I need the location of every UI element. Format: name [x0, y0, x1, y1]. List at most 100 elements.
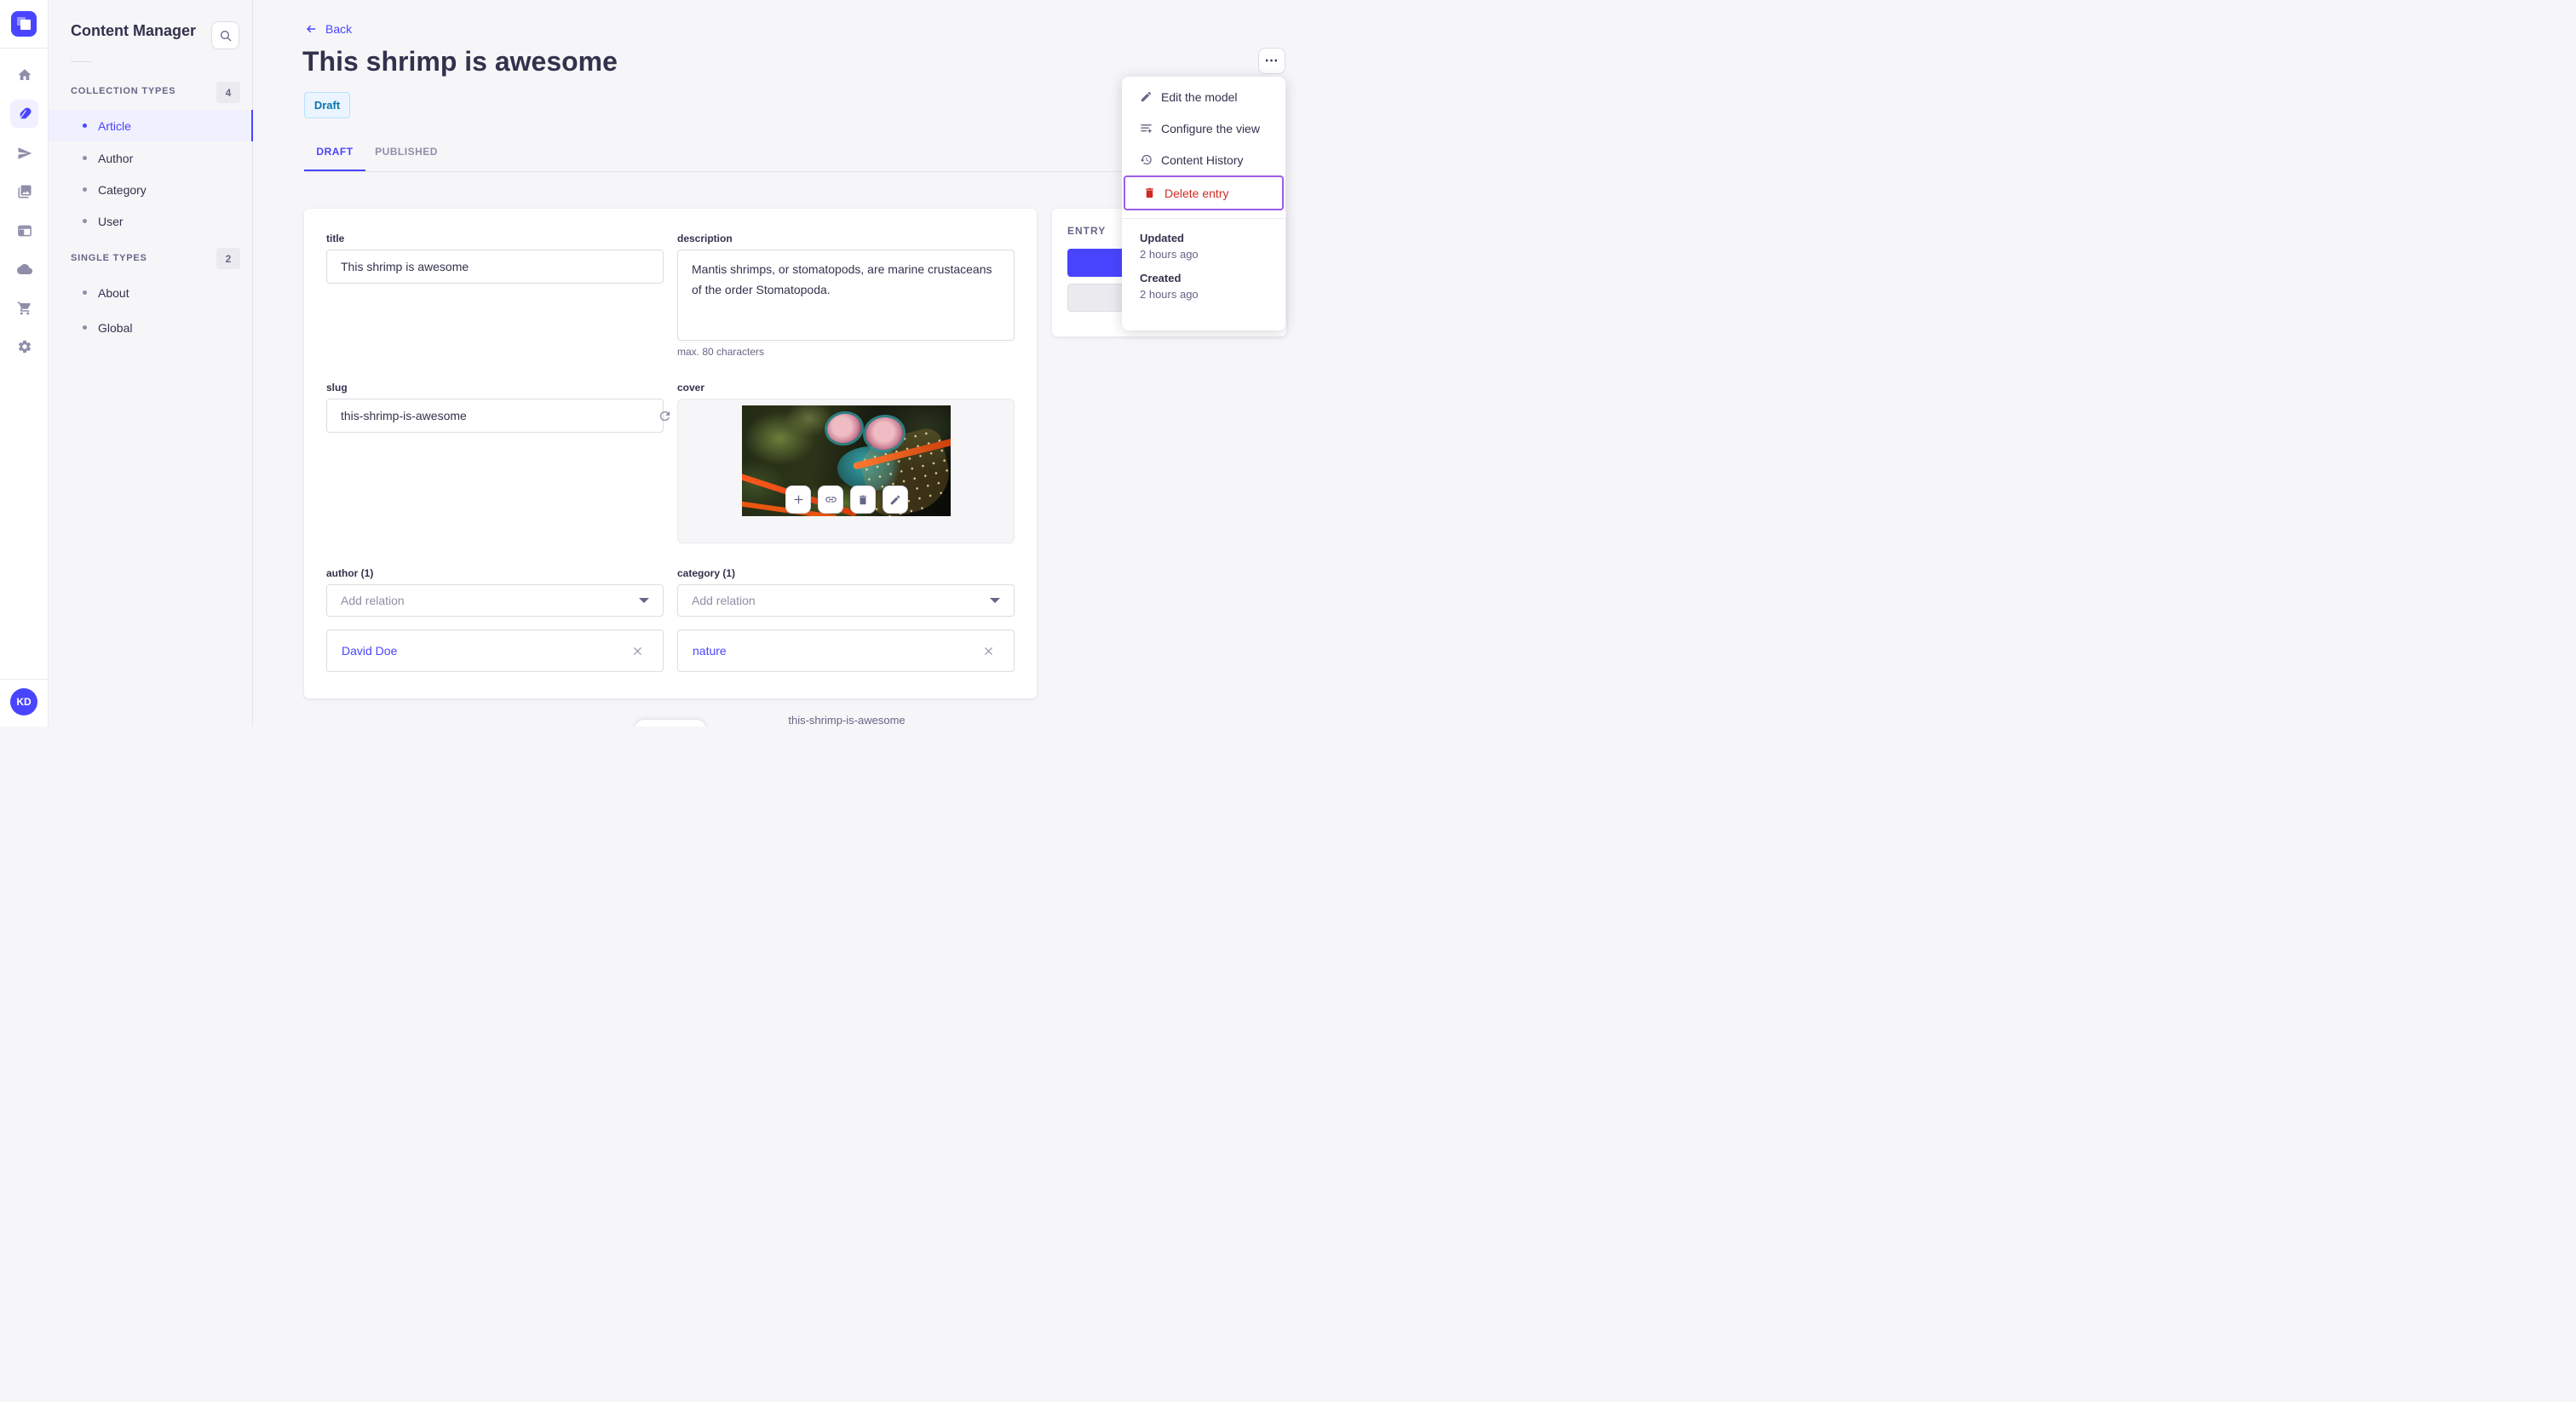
cover-asset-caption: this-shrimp-is-awesome: [788, 714, 906, 727]
bullet-icon: [83, 325, 87, 330]
sidebar-item-label: Article: [98, 118, 131, 133]
back-link[interactable]: Back: [304, 22, 352, 36]
pencil-icon: [1140, 90, 1153, 103]
author-relation-combobox[interactable]: Add relation: [326, 584, 664, 617]
category-relation-combobox[interactable]: Add relation: [677, 584, 1015, 617]
description-textarea[interactable]: Mantis shrimps, or stomatopods, are mari…: [677, 250, 1015, 341]
menu-item-edit-the-model[interactable]: Edit the model: [1122, 81, 1285, 112]
history-icon: [1140, 153, 1153, 166]
feather-icon: [19, 106, 31, 119]
nav-home[interactable]: [10, 60, 38, 89]
sidebar-item-about[interactable]: About: [49, 277, 253, 308]
list-settings-icon: [1140, 122, 1153, 135]
status-badge: Draft: [304, 92, 350, 118]
bullet-icon: [83, 156, 87, 160]
media-gallery-icon: [18, 185, 31, 198]
cover-actions-toolbar: [785, 486, 908, 514]
regenerate-slug-button[interactable]: [657, 408, 672, 423]
sidebar-item-user[interactable]: User: [49, 205, 253, 237]
shopping-cart-icon: [17, 302, 31, 314]
floating-bottom-pill[interactable]: [635, 720, 706, 727]
pencil-icon: [890, 495, 900, 504]
main-nav-rail: KD: [0, 0, 49, 727]
description-field-label: description: [677, 233, 733, 244]
menu-item-label: Content History: [1161, 152, 1244, 167]
section-collection-types: COLLECTION TYPES: [71, 86, 176, 96]
sidebar-search-button[interactable]: [211, 21, 239, 49]
sidebar-item-label: Author: [98, 151, 134, 165]
updated-value: 2 hours ago: [1140, 248, 1199, 261]
cloud-icon: [16, 263, 32, 274]
sidebar-item-author[interactable]: Author: [49, 142, 253, 174]
strapi-logo-icon[interactable]: [11, 11, 37, 37]
chevron-down-icon: [639, 598, 649, 603]
more-actions-button[interactable]: ⋯: [1258, 48, 1285, 74]
remove-author-relation-button[interactable]: [631, 645, 644, 658]
search-icon: [220, 30, 231, 41]
ellipsis-icon: ⋯: [1264, 53, 1279, 68]
sidebar-item-category[interactable]: Category: [49, 174, 253, 205]
nav-settings[interactable]: [10, 332, 38, 360]
more-actions-menu: Edit the model Configure the view Conten…: [1122, 77, 1285, 330]
copy-link-button[interactable]: [818, 486, 843, 514]
menu-item-label: Edit the model: [1161, 89, 1238, 104]
author-field-label: author (1): [326, 567, 374, 579]
single-types-count-badge: 2: [216, 248, 240, 269]
collection-types-count-badge: 4: [216, 82, 240, 103]
sidebar-divider: [71, 61, 91, 62]
nav-marketplace[interactable]: [10, 294, 38, 322]
nav-content-type-builder[interactable]: [10, 216, 38, 244]
tab-published[interactable]: PUBLISHED: [365, 146, 447, 158]
updated-label: Updated: [1140, 232, 1184, 244]
category-field-label: category (1): [677, 567, 736, 579]
menu-item-delete-entry[interactable]: Delete entry: [1125, 177, 1282, 209]
link-icon: [825, 497, 837, 503]
entry-meta: Updated 2 hours ago Created 2 hours ago: [1122, 219, 1285, 301]
trash-icon: [1143, 187, 1156, 199]
section-single-types: SINGLE TYPES: [71, 253, 147, 263]
app-root: KD Content Manager COLLECTION TYPES 4 Ar…: [0, 0, 1336, 727]
description-hint: max. 80 characters: [677, 346, 765, 358]
slug-input[interactable]: [326, 399, 664, 433]
nav-deploy[interactable]: [10, 255, 38, 283]
relation-link-category[interactable]: nature: [693, 644, 727, 658]
title-input[interactable]: [326, 250, 664, 284]
nav-releases[interactable]: [10, 139, 38, 167]
refresh-icon: [659, 411, 670, 421]
nav-content-manager[interactable]: [10, 100, 38, 128]
slug-field-label: slug: [326, 382, 348, 394]
created-label: Created: [1140, 272, 1182, 284]
delete-asset-button[interactable]: [850, 486, 876, 514]
sidebar-title: Content Manager: [71, 22, 197, 39]
add-asset-button[interactable]: [785, 486, 811, 514]
sidebar-item-label: User: [98, 214, 124, 228]
nav-media-library[interactable]: [10, 177, 38, 205]
chevron-down-icon: [990, 598, 1000, 603]
tab-draft[interactable]: DRAFT: [304, 146, 365, 158]
sidebar-item-label: About: [98, 285, 129, 300]
content-manager-sidebar: Content Manager COLLECTION TYPES 4 Artic…: [49, 0, 253, 727]
bullet-icon: [83, 187, 87, 192]
nav-brand-section: [0, 0, 48, 49]
sidebar-item-label: Category: [98, 182, 147, 197]
user-avatar[interactable]: KD: [10, 688, 37, 715]
back-label: Back: [325, 22, 353, 36]
sidebar-item-global[interactable]: Global: [49, 312, 253, 343]
bullet-icon: [83, 290, 87, 295]
cover-asset-box: this-shrimp-is-awesome: [677, 399, 1015, 727]
bullet-icon: [83, 124, 87, 128]
combobox-placeholder: Add relation: [692, 594, 756, 607]
author-relation-item: David Doe: [326, 629, 664, 672]
relation-link-author[interactable]: David Doe: [342, 644, 397, 658]
bullet-icon: [83, 219, 87, 223]
page-title: This shrimp is awesome: [302, 46, 618, 77]
slug-field-wrapper: [326, 399, 670, 433]
menu-item-content-history[interactable]: Content History: [1122, 144, 1285, 175]
menu-item-configure-the-view[interactable]: Configure the view: [1122, 112, 1285, 144]
home-icon: [18, 68, 31, 80]
remove-category-relation-button[interactable]: [982, 645, 995, 658]
edit-form-card: title description Mantis shrimps, or sto…: [304, 209, 1037, 727]
edit-asset-button[interactable]: [883, 486, 908, 514]
arrow-left-icon: [307, 25, 316, 33]
sidebar-item-article[interactable]: Article: [49, 110, 253, 141]
